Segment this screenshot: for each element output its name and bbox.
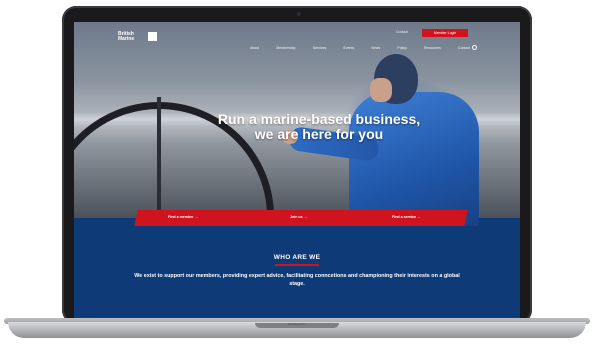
nav-item-policy[interactable]: Policy <box>397 46 406 54</box>
hero-headline: Run a marine-based business, we are here… <box>174 112 464 142</box>
nav-item-resources[interactable]: Resources <box>424 46 441 54</box>
title-underline <box>275 264 319 266</box>
nav-item-events[interactable]: Events <box>344 46 355 54</box>
nav-item-contact[interactable]: Contact <box>458 46 470 54</box>
find-member-link[interactable]: Find a member → <box>168 215 198 219</box>
nav-item-news[interactable]: News <box>371 46 380 54</box>
find-member-label: Find a member <box>168 215 194 219</box>
member-login-button[interactable]: Member Login <box>422 29 468 37</box>
who-are-we-section: WHO ARE WE We exist to support our membe… <box>74 226 520 318</box>
camera-icon <box>297 12 301 16</box>
hero-headline-line-1: Run a marine-based business, <box>217 111 421 127</box>
nav-item-membership[interactable]: Membership <box>276 46 295 54</box>
nav-item-services[interactable]: Services <box>313 46 326 54</box>
wheel-spoke <box>157 97 161 217</box>
laptop-mockup: British Marine Contact Member Login Abou… <box>0 0 594 349</box>
section-body: We exist to support our members, providi… <box>134 273 460 287</box>
utility-link-contact[interactable]: Contact <box>396 30 408 34</box>
site-header: British Marine Contact Member Login <box>74 22 520 44</box>
search-icon[interactable] <box>472 45 477 50</box>
find-service-link[interactable]: Find a service → <box>392 215 421 219</box>
main-nav: About Membership Services Events News Po… <box>250 46 470 54</box>
nav-item-about[interactable]: About <box>250 46 259 54</box>
join-us-label: Join us <box>290 215 303 219</box>
keyboard-label: MacBook Pro <box>287 322 306 326</box>
sailor-face <box>370 78 392 102</box>
flag-logo-icon <box>148 32 157 41</box>
hero-headline-line-2: we are here for you <box>254 126 384 142</box>
site-logo[interactable]: British Marine <box>118 32 148 42</box>
website-screen: British Marine Contact Member Login Abou… <box>74 22 520 318</box>
join-us-link[interactable]: Join us → <box>290 215 307 219</box>
find-service-label: Find a service <box>392 215 416 219</box>
section-title: WHO ARE WE <box>273 254 321 261</box>
